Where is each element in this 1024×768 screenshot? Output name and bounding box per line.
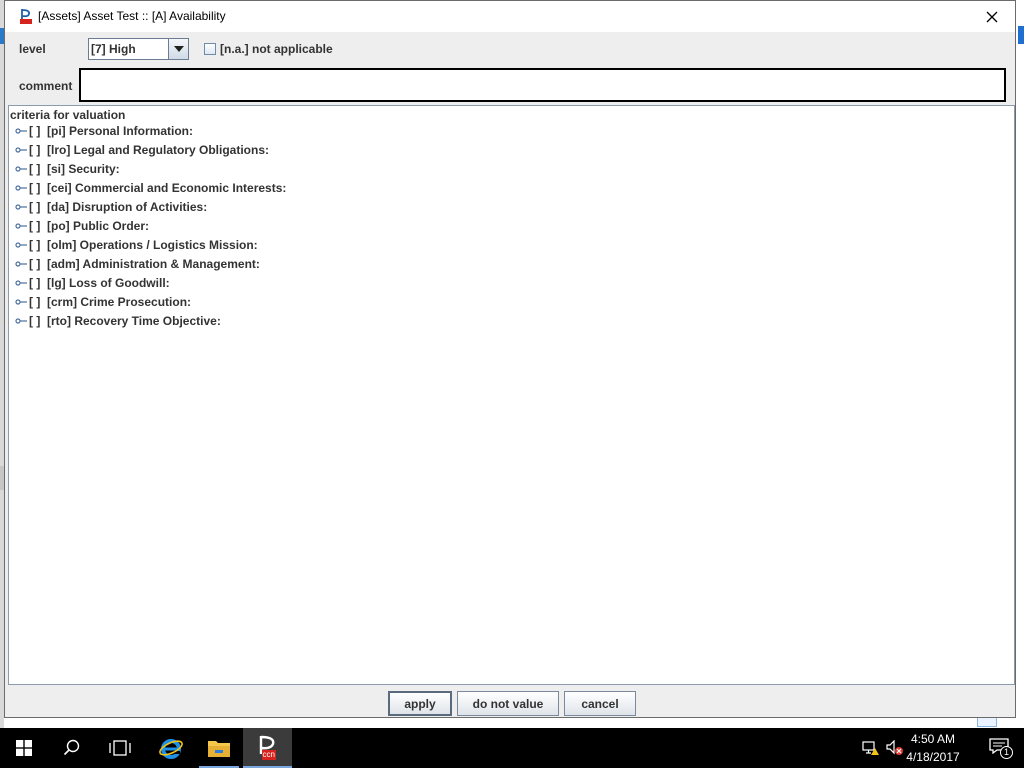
windows-logo-icon: [16, 740, 32, 756]
internet-explorer-icon: [159, 739, 183, 759]
tree-item-label: [ ] [olm] Operations / Logistics Mission…: [29, 237, 258, 252]
network-tray-button[interactable]: [860, 728, 882, 768]
tree-item-adm[interactable]: [ ] [adm] Administration & Management:: [15, 254, 260, 273]
tree-item-pi[interactable]: [ ] [pi] Personal Information:: [15, 121, 193, 140]
tree-item-da[interactable]: [ ] [da] Disruption of Activities:: [15, 197, 207, 216]
tree-item-label: [ ] [rto] Recovery Time Objective:: [29, 313, 221, 328]
expand-handle-icon[interactable]: [15, 277, 27, 289]
not-applicable-checkbox[interactable]: [204, 43, 216, 55]
task-view-icon: [109, 740, 131, 756]
expand-handle-icon[interactable]: [15, 315, 27, 327]
comment-input[interactable]: [79, 68, 1006, 102]
window-title: [Assets] Asset Test :: [A] Availability: [38, 9, 226, 23]
expand-handle-icon[interactable]: [15, 201, 27, 213]
close-icon: [986, 11, 998, 22]
action-center-icon: 1: [989, 738, 1013, 759]
clock-date: 4/18/2017: [906, 750, 960, 764]
pilar-app-icon: ccn: [256, 734, 280, 760]
search-icon: [63, 739, 80, 756]
do-not-value-button[interactable]: do not value: [457, 691, 559, 716]
tree-item-label: [ ] [si] Security:: [29, 161, 120, 176]
tree-item-label: [ ] [adm] Administration & Management:: [29, 256, 260, 271]
network-icon: [862, 741, 879, 755]
level-label: level: [19, 42, 46, 56]
level-selected-value: [7] High: [91, 42, 136, 56]
pilar-app-badge: ccn: [261, 750, 276, 760]
tree-item-lro[interactable]: [ ] [lro] Legal and Regulatory Obligatio…: [15, 140, 269, 159]
task-view-button[interactable]: [96, 728, 144, 768]
file-explorer-icon: [208, 741, 230, 757]
tree-item-lg[interactable]: [ ] [lg] Loss of Goodwill:: [15, 273, 170, 292]
level-select[interactable]: [7] High: [88, 38, 189, 60]
not-applicable-label[interactable]: [n.a.] not applicable: [220, 42, 333, 56]
tree-item-po[interactable]: [ ] [po] Public Order:: [15, 216, 149, 235]
tree-item-label: [ ] [da] Disruption of Activities:: [29, 199, 208, 214]
expand-handle-icon[interactable]: [15, 239, 27, 251]
tree-item-label: [ ] [lg] Loss of Goodwill:: [29, 275, 170, 290]
tree-item-rto[interactable]: [ ] [rto] Recovery Time Objective:: [15, 311, 221, 330]
taskbar: ccn 4:50 AM 4/18/2017 1: [0, 728, 1024, 768]
title-bar[interactable]: [Assets] Asset Test :: [A] Availability: [5, 1, 1015, 32]
desktop-background-right: [1016, 0, 1024, 728]
tree-item-label: [ ] [po] Public Order:: [29, 218, 149, 233]
tree-item-label: [ ] [crm] Crime Prosecution:: [29, 294, 192, 309]
notification-count-badge: 1: [1000, 746, 1013, 759]
taskbar-clock[interactable]: 4:50 AM 4/18/2017: [898, 730, 968, 766]
taskbar-pilar-app[interactable]: ccn: [243, 728, 292, 768]
expand-handle-icon[interactable]: [15, 182, 27, 194]
tree-item-label: [ ] [pi] Personal Information:: [29, 123, 193, 138]
comment-label: comment: [19, 79, 73, 93]
close-button[interactable]: [969, 1, 1015, 32]
expand-handle-icon[interactable]: [15, 220, 27, 232]
tree-item-cei[interactable]: [ ] [cei] Commercial and Economic Intere…: [15, 178, 286, 197]
taskbar-internet-explorer[interactable]: [147, 728, 195, 768]
cancel-button[interactable]: cancel: [564, 691, 636, 716]
tree-item-si[interactable]: [ ] [si] Security:: [15, 159, 120, 178]
taskbar-file-explorer[interactable]: [195, 728, 243, 768]
clock-time: 4:50 AM: [910, 732, 956, 746]
valuation-dialog: [Assets] Asset Test :: [A] Availability …: [4, 0, 1016, 718]
apply-button[interactable]: apply: [388, 691, 452, 716]
action-center-button[interactable]: 1: [976, 728, 1024, 768]
desktop-window-edge: [1018, 26, 1024, 44]
tree-item-crm[interactable]: [ ] [crm] Crime Prosecution:: [15, 292, 191, 311]
expand-handle-icon[interactable]: [15, 258, 27, 270]
level-dropdown-button[interactable]: [168, 39, 188, 59]
expand-handle-icon[interactable]: [15, 163, 27, 175]
tree-item-olm[interactable]: [ ] [olm] Operations / Logistics Mission…: [15, 235, 258, 254]
search-button[interactable]: [48, 728, 96, 768]
expand-handle-icon[interactable]: [15, 125, 27, 137]
criteria-tree[interactable]: criteria for valuation [ ] [pi] Personal…: [8, 105, 1015, 685]
pilar-app-icon: [19, 8, 33, 24]
tree-item-label: [ ] [cei] Commercial and Economic Intere…: [29, 180, 287, 195]
criteria-tree-title: criteria for valuation: [10, 108, 126, 122]
expand-handle-icon[interactable]: [15, 296, 27, 308]
expand-handle-icon[interactable]: [15, 144, 27, 156]
chevron-down-icon: [173, 46, 184, 52]
tree-item-label: [ ] [lro] Legal and Regulatory Obligatio…: [29, 142, 270, 157]
start-button[interactable]: [0, 728, 48, 768]
